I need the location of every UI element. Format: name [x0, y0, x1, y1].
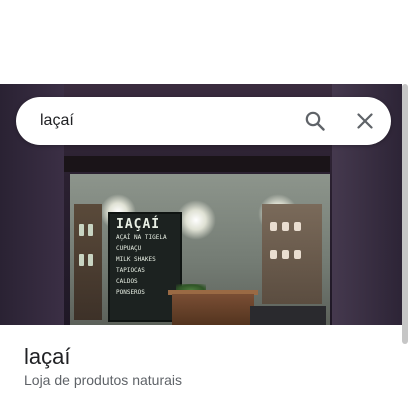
- place-category: Loja de produtos naturais: [24, 372, 182, 388]
- scrollbar[interactable]: [402, 84, 408, 344]
- photo-jar: [294, 222, 301, 231]
- photo-jar: [282, 250, 289, 259]
- photo-jar: [270, 250, 277, 259]
- photo-jar: [282, 222, 289, 231]
- photo-bottle: [79, 254, 84, 266]
- close-icon[interactable]: [353, 109, 377, 133]
- photo-light: [176, 200, 216, 240]
- photo-jar: [270, 222, 277, 231]
- photo-counter: [172, 294, 254, 325]
- chalkboard-line: CALDOS: [116, 278, 138, 285]
- photo-table: [250, 306, 326, 325]
- photo-bottle: [88, 224, 93, 236]
- search-icon[interactable]: [303, 109, 327, 133]
- top-blank-area: [0, 0, 408, 84]
- search-bar[interactable]: laçaí: [16, 97, 391, 145]
- chalkboard-line: CUPUAÇU: [116, 245, 142, 252]
- chalkboard-line: MILK SHAKES: [116, 256, 156, 263]
- chalkboard-line: AÇAÍ NA TIGELA: [116, 234, 167, 241]
- photo-jar: [294, 250, 301, 259]
- chalkboard-line: PONSEROS: [116, 289, 145, 296]
- photo-awning: [64, 156, 330, 172]
- chalkboard-line: TAPIOCAS: [116, 267, 145, 274]
- photo-chalkboard-menu: IAÇAÍ AÇAÍ NA TIGELA CUPUAÇU MILK SHAKES…: [108, 212, 182, 322]
- photo-bottle: [88, 254, 93, 266]
- photo-shelf-right: [262, 204, 322, 304]
- search-input[interactable]: laçaí: [40, 112, 74, 130]
- place-title[interactable]: laçaí: [24, 344, 70, 370]
- photo-shelf-left: [74, 204, 102, 320]
- chalkboard-title: IAÇAÍ: [116, 217, 161, 232]
- photo-bottle: [79, 224, 84, 236]
